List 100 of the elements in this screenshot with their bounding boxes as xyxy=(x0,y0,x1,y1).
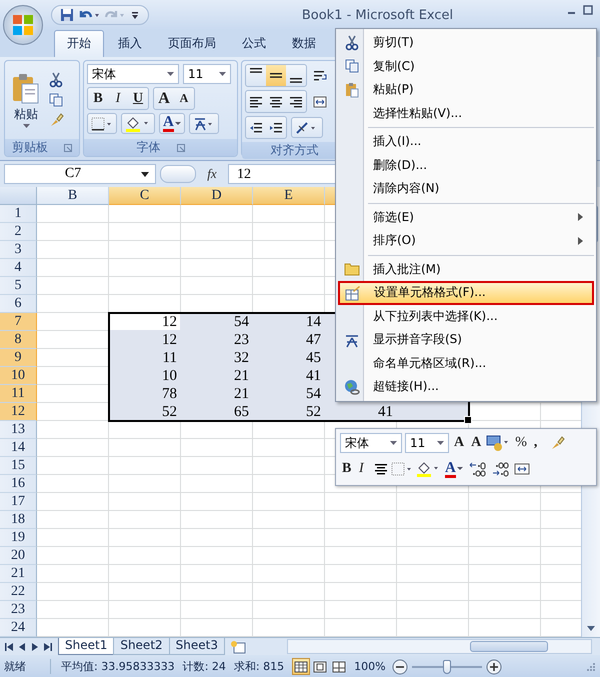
copy-icon[interactable] xyxy=(49,93,63,107)
row-header[interactable]: 10 xyxy=(0,367,37,385)
office-button[interactable] xyxy=(3,5,43,45)
sheet-tab[interactable]: Sheet3 xyxy=(168,638,225,655)
fill-color-button[interactable] xyxy=(121,113,155,134)
bold-button[interactable]: B xyxy=(88,88,108,109)
underline-button[interactable]: U xyxy=(128,88,148,109)
row-header[interactable]: 12 xyxy=(0,403,37,421)
zoom-out-icon[interactable] xyxy=(392,658,408,674)
normal-view-button[interactable] xyxy=(292,658,310,675)
row-header[interactable]: 4 xyxy=(0,259,37,277)
grow-font-button[interactable]: A xyxy=(452,433,466,453)
align-middle-button[interactable] xyxy=(266,65,286,86)
sheet-tab[interactable]: Sheet2 xyxy=(113,638,170,655)
name-box[interactable]: C7 xyxy=(4,164,156,184)
menu-item[interactable]: 删除(D)... xyxy=(338,154,594,177)
scissors-icon[interactable] xyxy=(49,72,63,88)
column-header[interactable]: D xyxy=(181,187,253,205)
column-header[interactable]: C xyxy=(109,187,181,205)
row-header[interactable]: 20 xyxy=(0,547,37,565)
resize-handle[interactable] xyxy=(160,165,196,183)
ribbon-tab[interactable]: 公式 xyxy=(230,31,278,57)
format-painter-icon[interactable] xyxy=(48,112,64,128)
sheet-tab[interactable]: Sheet1 xyxy=(58,638,114,655)
paint-bucket-icon[interactable] xyxy=(416,461,440,477)
insert-function-button[interactable]: fx xyxy=(200,166,224,182)
menu-item[interactable]: 选择性粘贴(V)... xyxy=(338,102,594,125)
decrease-decimal-icon[interactable] xyxy=(468,461,488,477)
menu-item[interactable]: 剪切(T) xyxy=(338,31,594,54)
ribbon-tab[interactable]: 页面布局 xyxy=(156,31,228,57)
row-header[interactable]: 7 xyxy=(0,313,37,331)
menu-item[interactable]: 清除内容(N) xyxy=(338,177,594,200)
row-header[interactable]: 1 xyxy=(0,205,37,223)
row-header[interactable]: 14 xyxy=(0,439,37,457)
shrink-font-button[interactable]: A xyxy=(174,88,194,109)
zoom-in-icon[interactable] xyxy=(486,658,502,674)
font-color-button[interactable]: A xyxy=(443,459,465,479)
italic-button[interactable]: I xyxy=(108,88,128,109)
orientation-button[interactable] xyxy=(291,117,323,138)
fill-handle[interactable] xyxy=(464,416,472,424)
next-sheet-icon[interactable] xyxy=(30,642,40,652)
percent-button[interactable]: % xyxy=(513,433,529,453)
ribbon-tab[interactable]: 插入 xyxy=(106,31,154,57)
font-name-field[interactable]: 宋体 xyxy=(340,433,402,453)
grow-font-button[interactable]: A xyxy=(154,88,174,109)
row-header[interactable]: 8 xyxy=(0,331,37,349)
ribbon-tab[interactable]: 数据 xyxy=(280,31,328,57)
zoom-slider-thumb[interactable] xyxy=(442,660,451,674)
previous-sheet-icon[interactable] xyxy=(17,642,27,652)
font-size-field[interactable]: 11 xyxy=(405,433,449,453)
row-header[interactable]: 6 xyxy=(0,295,37,313)
borders-button[interactable] xyxy=(87,113,117,134)
phonetic-button[interactable] xyxy=(188,113,219,134)
menu-item[interactable]: 设置单元格格式(F)... xyxy=(338,281,594,304)
column-header[interactable]: B xyxy=(37,187,109,205)
row-header[interactable]: 15 xyxy=(0,457,37,475)
row-header[interactable]: 21 xyxy=(0,565,37,583)
align-center-icon[interactable] xyxy=(374,462,388,476)
shrink-font-button[interactable]: A xyxy=(469,433,484,453)
font-color-button[interactable]: A xyxy=(159,113,185,134)
active-cell[interactable] xyxy=(109,313,180,330)
comma-style-button[interactable]: , xyxy=(532,433,546,453)
italic-button[interactable]: I xyxy=(357,459,371,479)
scroll-thumb[interactable] xyxy=(470,641,548,652)
row-header[interactable]: 24 xyxy=(0,619,37,637)
font-name-field[interactable]: 宋体 xyxy=(87,64,179,84)
row-header[interactable]: 22 xyxy=(0,583,37,601)
row-header[interactable]: 18 xyxy=(0,511,37,529)
menu-item[interactable]: 粘贴(P) xyxy=(338,78,594,102)
bold-button[interactable]: B xyxy=(340,459,354,479)
ribbon-tab[interactable]: 开始 xyxy=(54,30,104,57)
column-header[interactable]: E xyxy=(253,187,325,205)
menu-item[interactable]: 插入(I)... xyxy=(338,130,594,154)
scroll-down-icon[interactable] xyxy=(586,625,596,633)
row-header[interactable]: 19 xyxy=(0,529,37,547)
horizontal-scrollbar[interactable] xyxy=(286,639,592,654)
font-size-field[interactable]: 11 xyxy=(183,64,231,84)
merge-cells-icon[interactable] xyxy=(313,94,327,108)
last-sheet-icon[interactable] xyxy=(43,642,53,652)
row-header[interactable]: 23 xyxy=(0,601,37,619)
row-header[interactable]: 17 xyxy=(0,493,37,511)
row-header[interactable]: 13 xyxy=(0,421,37,439)
menu-item[interactable]: 复制(C) xyxy=(338,54,594,78)
row-header[interactable]: 11 xyxy=(0,385,37,403)
paste-button[interactable]: 粘贴 xyxy=(8,70,44,130)
wrap-text-icon[interactable] xyxy=(313,68,327,82)
row-header[interactable]: 2 xyxy=(0,223,37,241)
merge-cells-icon[interactable] xyxy=(514,462,530,476)
insert-sheet-icon[interactable] xyxy=(228,640,247,654)
increase-decimal-icon[interactable] xyxy=(490,461,511,477)
maximize-icon[interactable] xyxy=(582,4,594,16)
first-sheet-icon[interactable] xyxy=(4,642,14,652)
resize-grip-icon[interactable] xyxy=(586,662,596,672)
row-header[interactable]: 9 xyxy=(0,349,37,367)
save-icon[interactable] xyxy=(60,8,74,22)
zoom-level-button[interactable]: 100% xyxy=(354,660,386,673)
currency-format-icon[interactable] xyxy=(486,434,510,452)
row-header[interactable]: 5 xyxy=(0,277,37,295)
row-header[interactable]: 3 xyxy=(0,241,37,259)
row-header[interactable]: 16 xyxy=(0,475,37,493)
